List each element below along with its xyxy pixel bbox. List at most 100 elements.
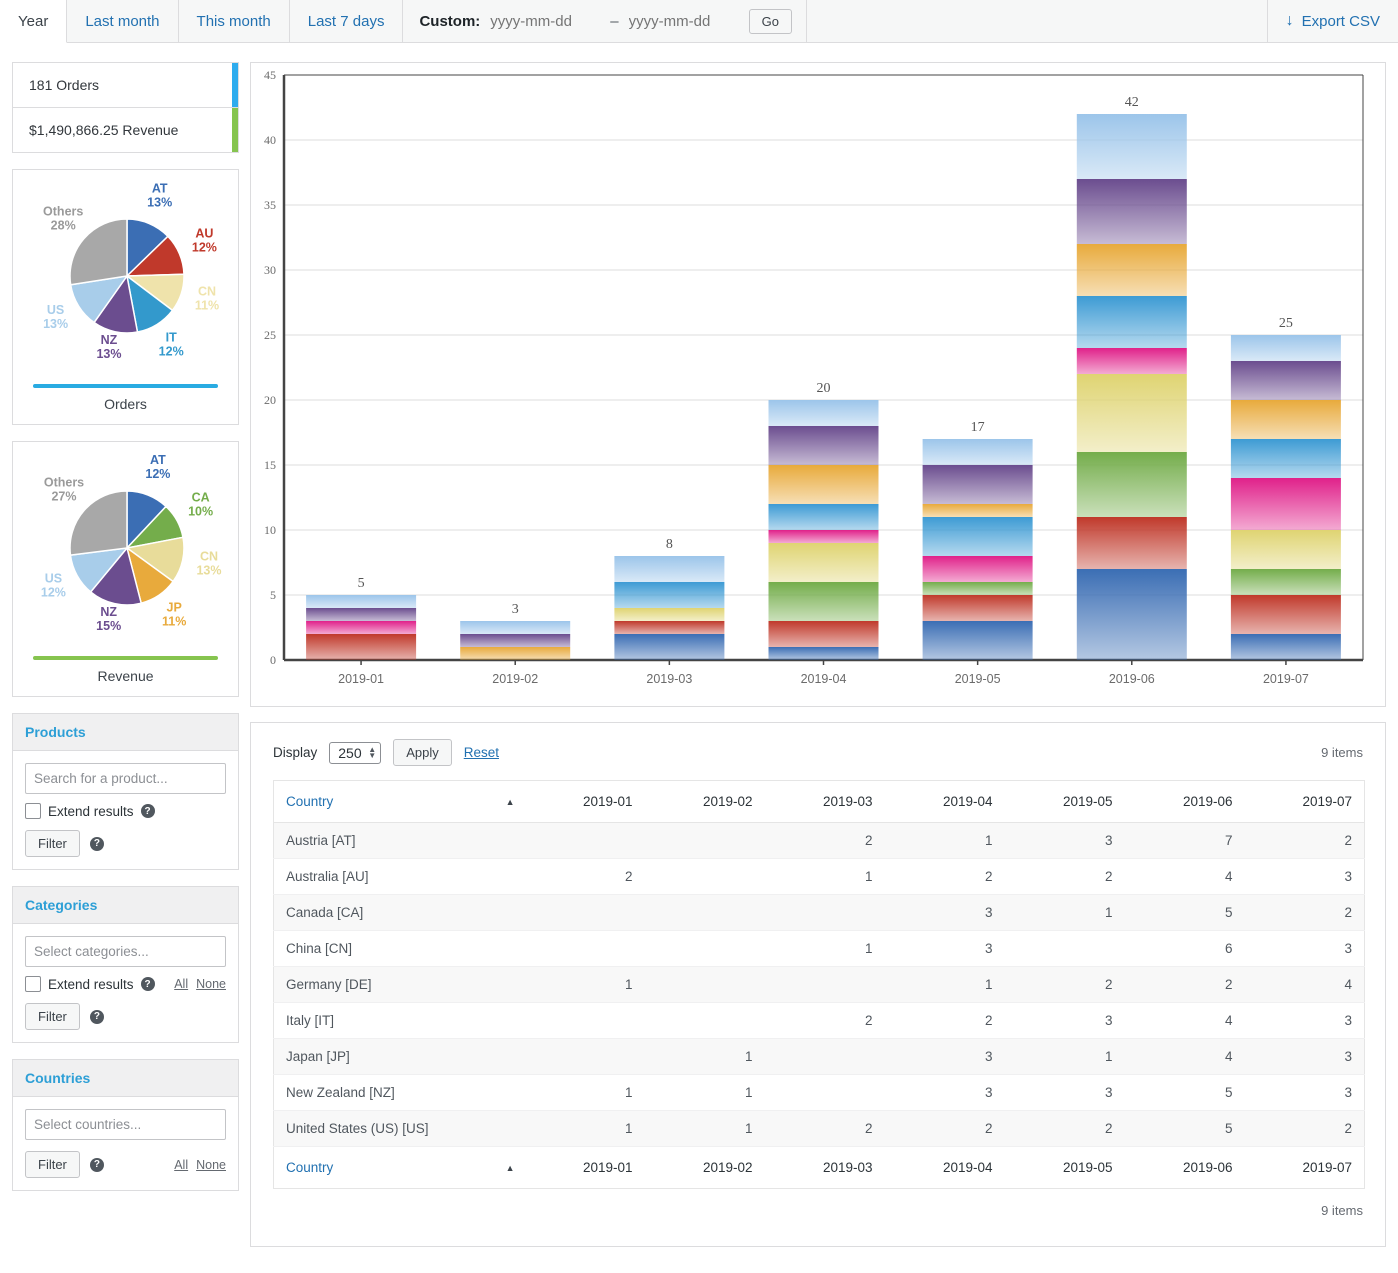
bar-segment-nz-2019-01[interactable] xyxy=(306,608,417,621)
bar-segment-au-2019-04[interactable] xyxy=(768,621,879,647)
range-tab-last-7-days[interactable]: Last 7 days xyxy=(290,0,404,42)
pie-label-pct: 13% xyxy=(96,347,121,361)
table-header-2019-03[interactable]: 2019-03 xyxy=(764,1146,885,1189)
bar-segment-ca-2019-05[interactable] xyxy=(922,582,1033,595)
reset-link[interactable]: Reset xyxy=(464,745,499,760)
help-icon[interactable]: ? xyxy=(140,977,155,991)
range-tab-last-month[interactable]: Last month xyxy=(67,0,179,42)
products-extend-checkbox[interactable] xyxy=(25,803,41,819)
help-icon[interactable]: ? xyxy=(140,804,155,818)
products-filter-button[interactable]: Filter xyxy=(25,830,80,857)
table-header-country[interactable]: Country ▲ xyxy=(273,780,525,823)
bar-segment-jp-2019-02[interactable] xyxy=(460,647,571,660)
bar-segment-it-2019-05[interactable] xyxy=(922,517,1033,556)
bar-segment-it-2019-04[interactable] xyxy=(768,504,879,530)
display-count-stepper[interactable]: 250 ▲ ▼ xyxy=(329,741,382,764)
bar-segment-nz-2019-02[interactable] xyxy=(460,634,571,647)
bar-segment-de-2019-06[interactable] xyxy=(1076,348,1187,374)
bar-segment-jp-2019-07[interactable] xyxy=(1230,400,1341,439)
go-button[interactable]: Go xyxy=(748,8,792,34)
bar-segment-us-2019-04[interactable] xyxy=(768,400,879,426)
bar-segment-ca-2019-07[interactable] xyxy=(1230,569,1341,595)
categories-extend-checkbox[interactable] xyxy=(25,976,41,992)
help-icon[interactable]: ? xyxy=(89,836,104,851)
bar-segment-at-2019-06[interactable] xyxy=(1076,569,1187,660)
table-header-2019-05[interactable]: 2019-05 xyxy=(1004,1146,1125,1189)
sort-ascending-icon[interactable]: ▲ xyxy=(506,797,515,807)
bar-segment-cn-2019-06[interactable] xyxy=(1076,374,1187,452)
bar-segment-nz-2019-04[interactable] xyxy=(768,426,879,465)
bar-segment-at-2019-07[interactable] xyxy=(1230,634,1341,660)
bar-segment-it-2019-06[interactable] xyxy=(1076,296,1187,348)
bar-segment-us-2019-06[interactable] xyxy=(1076,114,1187,179)
bar-segment-jp-2019-04[interactable] xyxy=(768,465,879,504)
bar-segment-au-2019-03[interactable] xyxy=(614,621,725,634)
table-header-2019-01[interactable]: 2019-01 xyxy=(524,780,645,823)
bar-segment-au-2019-06[interactable] xyxy=(1076,517,1187,569)
bar-segment-ca-2019-04[interactable] xyxy=(768,582,879,621)
bar-segment-us-2019-07[interactable] xyxy=(1230,335,1341,361)
categories-select-all-link[interactable]: All xyxy=(174,977,188,991)
y-axis-tick-label: 40 xyxy=(264,133,276,147)
table-header-2019-01[interactable]: 2019-01 xyxy=(524,1146,645,1189)
table-header-2019-07[interactable]: 2019-07 xyxy=(1244,1146,1365,1189)
bar-segment-cn-2019-03[interactable] xyxy=(614,608,725,621)
bar-segment-nz-2019-07[interactable] xyxy=(1230,361,1341,400)
categories-select-none-link[interactable]: None xyxy=(196,977,226,991)
table-header-2019-04[interactable]: 2019-04 xyxy=(884,1146,1005,1189)
bar-segment-jp-2019-06[interactable] xyxy=(1076,244,1187,296)
table-header-2019-06[interactable]: 2019-06 xyxy=(1124,780,1245,823)
sort-ascending-icon[interactable]: ▲ xyxy=(506,1163,515,1173)
bar-segment-it-2019-03[interactable] xyxy=(614,582,725,608)
bar-segment-cn-2019-04[interactable] xyxy=(768,543,879,582)
bar-segment-de-2019-07[interactable] xyxy=(1230,478,1341,530)
bar-segment-au-2019-07[interactable] xyxy=(1230,595,1341,634)
table-header-country[interactable]: Country ▲ xyxy=(273,1146,525,1189)
table-header-2019-07[interactable]: 2019-07 xyxy=(1244,780,1365,823)
bar-segment-it-2019-07[interactable] xyxy=(1230,439,1341,478)
bar-segment-at-2019-05[interactable] xyxy=(922,621,1033,660)
help-icon[interactable]: ? xyxy=(89,1157,104,1172)
date-range-toolbar: Year Last month This month Last 7 days C… xyxy=(0,0,1398,43)
bar-segment-de-2019-05[interactable] xyxy=(922,556,1033,582)
date-to-input[interactable] xyxy=(628,10,739,32)
bar-segment-nz-2019-06[interactable] xyxy=(1076,179,1187,244)
table-cell-2019-07: 4 xyxy=(1244,966,1365,1003)
bar-segment-jp-2019-05[interactable] xyxy=(922,504,1033,517)
table-header-2019-03[interactable]: 2019-03 xyxy=(764,780,885,823)
bar-segment-au-2019-05[interactable] xyxy=(922,595,1033,621)
orders-pie-caption: Orders xyxy=(104,396,147,412)
countries-select-none-link[interactable]: None xyxy=(196,1158,226,1172)
table-header-2019-02[interactable]: 2019-02 xyxy=(644,780,765,823)
countries-select-all-link[interactable]: All xyxy=(174,1158,188,1172)
bar-segment-au-2019-01[interactable] xyxy=(306,634,417,660)
stepper-arrows-icon[interactable]: ▲ ▼ xyxy=(368,745,376,759)
table-header-2019-06[interactable]: 2019-06 xyxy=(1124,1146,1245,1189)
bar-segment-us-2019-05[interactable] xyxy=(922,439,1033,465)
categories-select-input[interactable] xyxy=(25,936,226,967)
range-tab-this-month[interactable]: This month xyxy=(179,0,290,42)
bar-segment-us-2019-01[interactable] xyxy=(306,595,417,608)
bar-segment-de-2019-01[interactable] xyxy=(306,621,417,634)
export-csv-button[interactable]: ↓ Export CSV xyxy=(1268,0,1398,42)
bar-segment-us-2019-02[interactable] xyxy=(460,621,571,634)
countries-filter-button[interactable]: Filter xyxy=(25,1151,80,1178)
export-csv-label: Export CSV xyxy=(1301,12,1380,30)
range-tab-year[interactable]: Year xyxy=(0,0,68,43)
bar-segment-ca-2019-06[interactable] xyxy=(1076,452,1187,517)
bar-segment-at-2019-04[interactable] xyxy=(768,647,879,660)
table-header-2019-02[interactable]: 2019-02 xyxy=(644,1146,765,1189)
bar-segment-de-2019-04[interactable] xyxy=(768,530,879,543)
countries-select-input[interactable] xyxy=(25,1109,226,1140)
bar-segment-nz-2019-05[interactable] xyxy=(922,465,1033,504)
product-search-input[interactable] xyxy=(25,763,226,794)
help-icon[interactable]: ? xyxy=(89,1009,104,1024)
categories-filter-button[interactable]: Filter xyxy=(25,1003,80,1030)
bar-segment-us-2019-03[interactable] xyxy=(614,556,725,582)
table-header-2019-04[interactable]: 2019-04 xyxy=(884,780,1005,823)
date-from-input[interactable] xyxy=(490,10,601,32)
bar-segment-cn-2019-07[interactable] xyxy=(1230,530,1341,569)
bar-segment-at-2019-03[interactable] xyxy=(614,634,725,660)
apply-button[interactable]: Apply xyxy=(393,739,452,766)
table-header-2019-05[interactable]: 2019-05 xyxy=(1004,780,1125,823)
